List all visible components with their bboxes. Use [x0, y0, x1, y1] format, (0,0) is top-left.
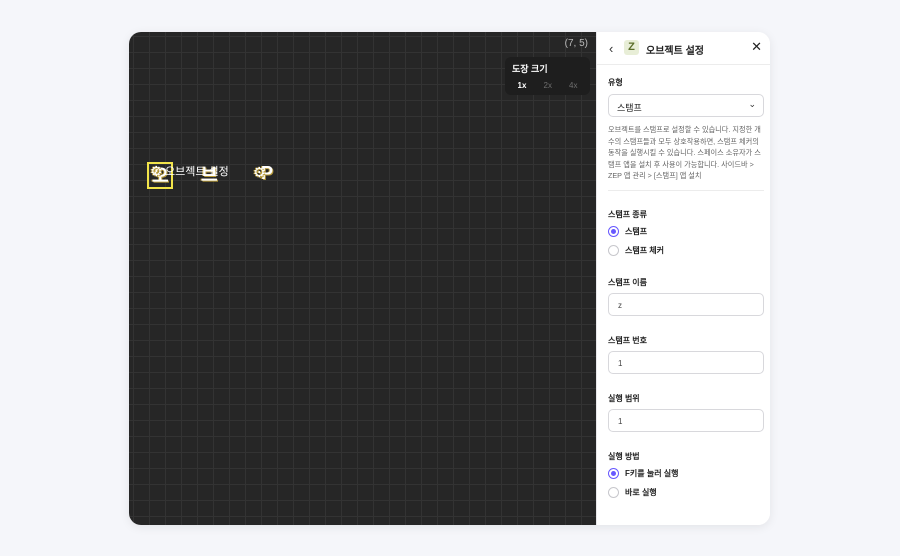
range-input[interactable]: 1 [608, 409, 764, 432]
zoom-option-2x[interactable]: 2x [544, 81, 552, 90]
zoom-option-4x[interactable]: 4x [569, 81, 577, 90]
stamp-kind-label: 스탬프 종류 [608, 210, 648, 219]
method-option-f-key[interactable]: F키를 눌러 실행 [608, 468, 679, 479]
method-label: 실행 방법 [608, 452, 640, 461]
method-option-immediate[interactable]: 바로 실행 [608, 487, 657, 498]
gear-icon: ⚙ [150, 163, 163, 179]
divider [608, 190, 764, 191]
panel-header: ‹ Z 오브젝트 설정 ✕ [597, 32, 770, 65]
object-settings-panel: ‹ Z 오브젝트 설정 ✕ 유형 스탬프 ⌄ 오브젝트를 스탬프로 설정할 수 … [596, 32, 770, 525]
close-icon[interactable]: ✕ [751, 39, 762, 55]
radio-button[interactable] [608, 487, 619, 498]
z-logo-icon: Z [624, 40, 639, 55]
chevron-down-icon: ⌄ [748, 99, 756, 109]
radio-button[interactable] [608, 245, 619, 256]
radio-label: 스탬프 [625, 227, 648, 236]
stamp-size-panel: 도장 크기 1x 2x 4x [505, 57, 590, 95]
type-select[interactable]: 스탬프 ⌄ [608, 94, 764, 117]
radio-label: 스탬프 체커 [625, 246, 665, 255]
stamp-size-title: 도장 크기 [512, 64, 548, 74]
back-chevron-icon[interactable]: ‹ [609, 41, 613, 56]
stamp-size-options: 1x 2x 4x [505, 81, 590, 90]
radio-label: F키를 눌러 실행 [625, 469, 679, 478]
range-label: 실행 범위 [608, 394, 640, 403]
type-description: 오브젝트를 스탬프로 설정할 수 있습니다. 지정한 개수의 스탬프들과 모두 … [608, 125, 761, 181]
panel-title: 오브젝트 설정 [646, 46, 704, 57]
type-select-value: 스탬프 [617, 103, 642, 113]
radio-label: 바로 실행 [625, 488, 657, 497]
stamp-kind-option-checker[interactable]: 스탬프 체커 [608, 245, 664, 256]
stamp-number-input[interactable]: 1 [608, 351, 764, 374]
editor-window: (7, 5) 도장 크기 1x 2x 4x 오 ⚙ 브 P ⚙ 오브젝트 설정 … [129, 32, 770, 525]
type-label: 유형 [608, 78, 623, 87]
object-tile[interactable]: P ⚙ [253, 164, 279, 188]
object-label: 오브젝트 설정 [165, 166, 229, 178]
stamp-name-input[interactable]: z [608, 293, 764, 316]
cursor-coordinates: (7, 5) [564, 38, 588, 49]
stamp-number-label: 스탬프 번호 [608, 336, 648, 345]
radio-button[interactable] [608, 468, 619, 479]
radio-button[interactable] [608, 226, 619, 237]
gear-icon: ⚙ [253, 164, 266, 180]
stamp-name-label: 스탬프 이름 [608, 278, 648, 287]
zoom-option-1x[interactable]: 1x [518, 81, 527, 90]
stamp-kind-option-stamp[interactable]: 스탬프 [608, 226, 647, 237]
map-canvas[interactable]: (7, 5) 도장 크기 1x 2x 4x 오 ⚙ 브 P ⚙ 오브젝트 설정 [129, 32, 596, 525]
